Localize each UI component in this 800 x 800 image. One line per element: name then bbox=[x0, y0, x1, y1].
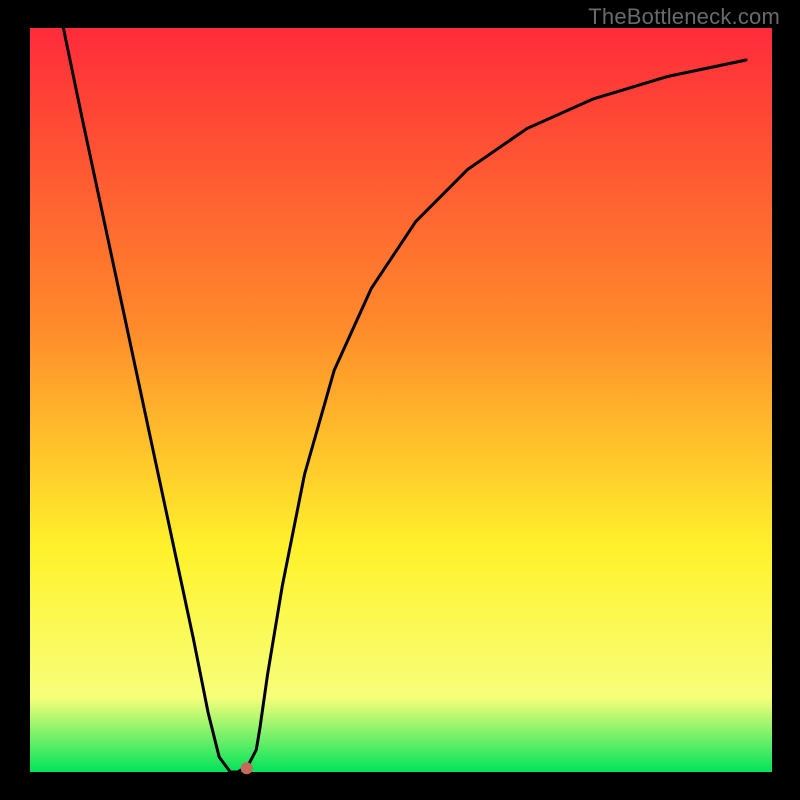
bottleneck-chart bbox=[0, 0, 800, 800]
optimal-point-marker bbox=[241, 762, 253, 774]
chart-container: TheBottleneck.com bbox=[0, 0, 800, 800]
watermark-text: TheBottleneck.com bbox=[588, 4, 780, 30]
